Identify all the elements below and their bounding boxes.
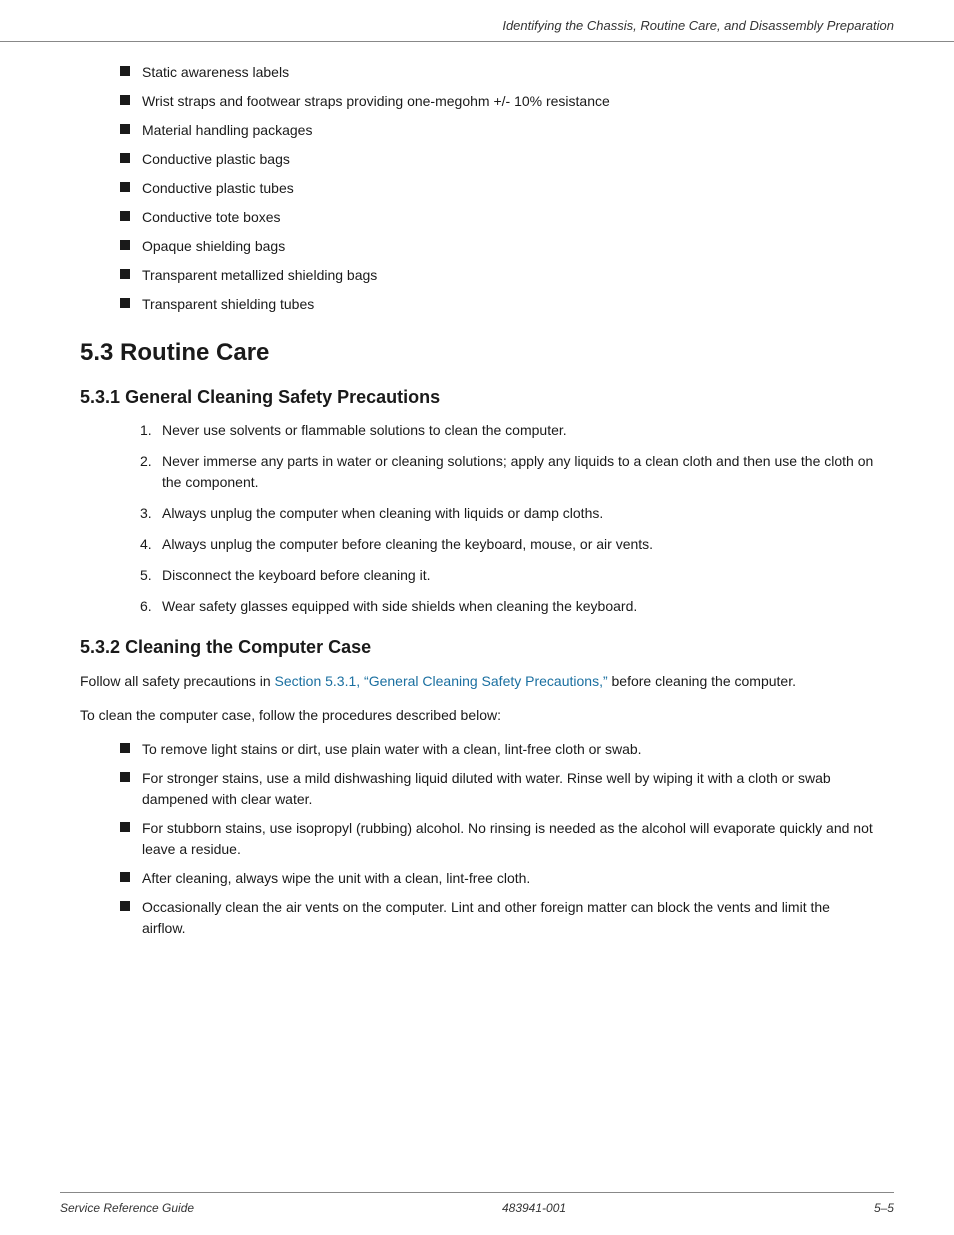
footer-right: 5–5 <box>874 1201 894 1215</box>
computer-case-para1: Follow all safety precautions in Section… <box>80 670 874 692</box>
list-item: For stronger stains, use a mild dishwash… <box>120 768 874 810</box>
section-5-3-1: 5.3.1 General Cleaning Safety Precaution… <box>80 387 874 617</box>
bullet-icon <box>120 66 130 76</box>
list-item: 5.Disconnect the keyboard before cleanin… <box>140 565 874 586</box>
footer-center: 483941-001 <box>502 1201 566 1215</box>
bullet-icon <box>120 124 130 134</box>
bullet-icon <box>120 240 130 250</box>
section-5-3: 5.3 Routine Care <box>80 339 874 367</box>
bullet-icon <box>120 298 130 308</box>
bullet-icon <box>120 822 130 832</box>
bullet-icon <box>120 743 130 753</box>
bullet-icon <box>120 211 130 221</box>
case-bullet-list: To remove light stains or dirt, use plai… <box>120 739 874 939</box>
list-item: 2.Never immerse any parts in water or cl… <box>140 451 874 493</box>
bullet-icon <box>120 95 130 105</box>
list-item: 6.Wear safety glasses equipped with side… <box>140 596 874 617</box>
section-5-3-2: 5.3.2 Cleaning the Computer Case Follow … <box>80 637 874 939</box>
list-item: Transparent metallized shielding bags <box>120 265 874 286</box>
list-item: 1.Never use solvents or flammable soluti… <box>140 420 874 441</box>
page-header: Identifying the Chassis, Routine Care, a… <box>0 0 954 42</box>
bullet-icon <box>120 182 130 192</box>
list-item: Conductive plastic bags <box>120 149 874 170</box>
bullet-icon <box>120 872 130 882</box>
list-item: After cleaning, always wipe the unit wit… <box>120 868 874 889</box>
header-title: Identifying the Chassis, Routine Care, a… <box>60 18 894 33</box>
bullet-icon <box>120 269 130 279</box>
section-5-3-heading: 5.3 Routine Care <box>80 339 874 367</box>
list-item: Conductive tote boxes <box>120 207 874 228</box>
page-footer: Service Reference Guide 483941-001 5–5 <box>60 1192 894 1215</box>
main-content: Static awareness labels Wrist straps and … <box>0 42 954 979</box>
bullet-icon <box>120 772 130 782</box>
list-item: Occasionally clean the air vents on the … <box>120 897 874 939</box>
list-item: Material handling packages <box>120 120 874 141</box>
bullet-icon <box>120 901 130 911</box>
list-item: Transparent shielding tubes <box>120 294 874 315</box>
list-item: Wrist straps and footwear straps providi… <box>120 91 874 112</box>
footer-left: Service Reference Guide <box>60 1201 194 1215</box>
section-5-3-1-link[interactable]: Section 5.3.1, “General Cleaning Safety … <box>275 673 608 689</box>
list-item: Static awareness labels <box>120 62 874 83</box>
list-item: 3.Always unplug the computer when cleani… <box>140 503 874 524</box>
bullet-icon <box>120 153 130 163</box>
list-item: Opaque shielding bags <box>120 236 874 257</box>
page: Identifying the Chassis, Routine Care, a… <box>0 0 954 1235</box>
list-item: For stubborn stains, use isopropyl (rubb… <box>120 818 874 860</box>
section-5-3-1-heading: 5.3.1 General Cleaning Safety Precaution… <box>80 387 874 408</box>
section-5-3-2-heading: 5.3.2 Cleaning the Computer Case <box>80 637 874 658</box>
computer-case-para2: To clean the computer case, follow the p… <box>80 704 874 726</box>
bullet-list-items: Static awareness labels Wrist straps and … <box>120 62 874 315</box>
list-item: Conductive plastic tubes <box>120 178 874 199</box>
list-item: To remove light stains or dirt, use plai… <box>120 739 874 760</box>
list-item: 4.Always unplug the computer before clea… <box>140 534 874 555</box>
cleaning-steps-list: 1.Never use solvents or flammable soluti… <box>140 420 874 617</box>
